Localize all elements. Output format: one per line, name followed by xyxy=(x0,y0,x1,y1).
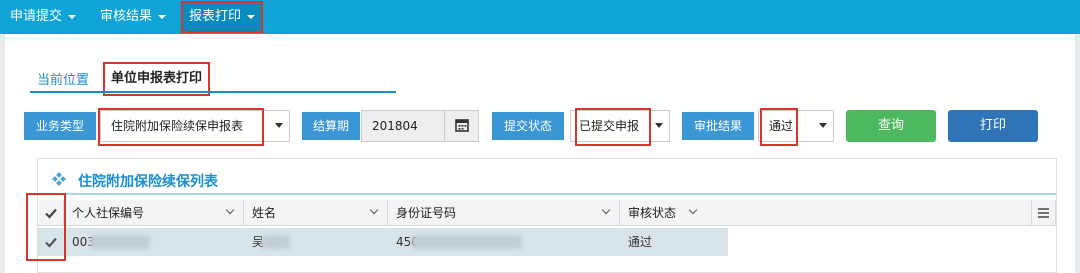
caret-down-icon xyxy=(247,14,256,19)
business-type-select[interactable]: 住院附加保险续保申报表 xyxy=(100,110,290,142)
chevron-down-icon xyxy=(601,205,611,215)
redacted-blur xyxy=(262,235,290,249)
dropdown-arrow-icon xyxy=(819,123,827,128)
section-title: 住院附加保险续保列表 xyxy=(78,174,218,190)
nav-label: 审核结果 xyxy=(100,9,153,24)
chevron-down-icon xyxy=(369,205,379,215)
submit-status-value: 已提交申报 xyxy=(579,119,640,133)
dropdown-arrow-icon xyxy=(655,123,663,128)
column-label: 审核状态 xyxy=(628,206,677,220)
print-button[interactable]: 打印 xyxy=(948,110,1038,142)
column-header-status[interactable]: 审核状态 xyxy=(620,200,1032,226)
check-icon xyxy=(45,208,57,219)
column-header-id[interactable]: 身份证号码 xyxy=(388,200,620,226)
section-divider xyxy=(37,193,1057,195)
check-icon xyxy=(45,237,57,248)
redacted-blur xyxy=(90,235,150,249)
approval-result-select[interactable]: 通过 xyxy=(758,110,834,142)
breadcrumb-label: 当前位置 xyxy=(37,73,90,88)
caret-down-icon xyxy=(68,14,77,19)
breadcrumb-underline xyxy=(30,91,396,93)
settlement-period-input[interactable]: 201804 xyxy=(361,110,445,142)
column-label: 身份证号码 xyxy=(396,206,457,220)
business-type-value: 住院附加保险续保申报表 xyxy=(111,119,244,133)
column-header-name[interactable]: 姓名 xyxy=(244,200,388,226)
query-button[interactable]: 查询 xyxy=(846,110,936,142)
caret-down-icon xyxy=(158,14,167,19)
submit-status-label: 提交状态 xyxy=(492,112,564,140)
row-checkbox[interactable] xyxy=(38,228,64,256)
cell-status: 通过 xyxy=(628,235,653,249)
approval-result-label: 审批结果 xyxy=(682,112,754,140)
select-all-header[interactable] xyxy=(38,200,64,226)
business-type-label: 业务类型 xyxy=(24,112,96,140)
calendar-icon xyxy=(455,119,469,132)
nav-label: 申请提交 xyxy=(10,9,63,24)
approval-result-value: 通过 xyxy=(769,119,794,133)
settlement-period-label: 结算期 xyxy=(302,112,360,140)
diamond-icon xyxy=(52,172,66,186)
dropdown-arrow-icon xyxy=(275,123,283,128)
nav-label: 报表打印 xyxy=(189,9,242,24)
submit-status-select[interactable]: 已提交申报 xyxy=(570,110,670,142)
chevron-down-icon xyxy=(688,205,698,215)
column-menu-button[interactable] xyxy=(1032,200,1056,226)
column-header-ssn[interactable]: 个人社保编号 xyxy=(64,200,244,226)
nav-review-result[interactable]: 审核结果 xyxy=(100,0,167,34)
menu-icon xyxy=(1038,208,1049,218)
chevron-down-icon xyxy=(225,205,235,215)
column-label: 个人社保编号 xyxy=(72,206,145,220)
nav-report-print[interactable]: 报表打印 xyxy=(181,1,264,33)
redacted-blur xyxy=(412,235,522,249)
nav-apply-submit[interactable]: 申请提交 xyxy=(10,0,77,34)
column-label: 姓名 xyxy=(252,206,277,220)
calendar-button[interactable] xyxy=(445,110,479,142)
